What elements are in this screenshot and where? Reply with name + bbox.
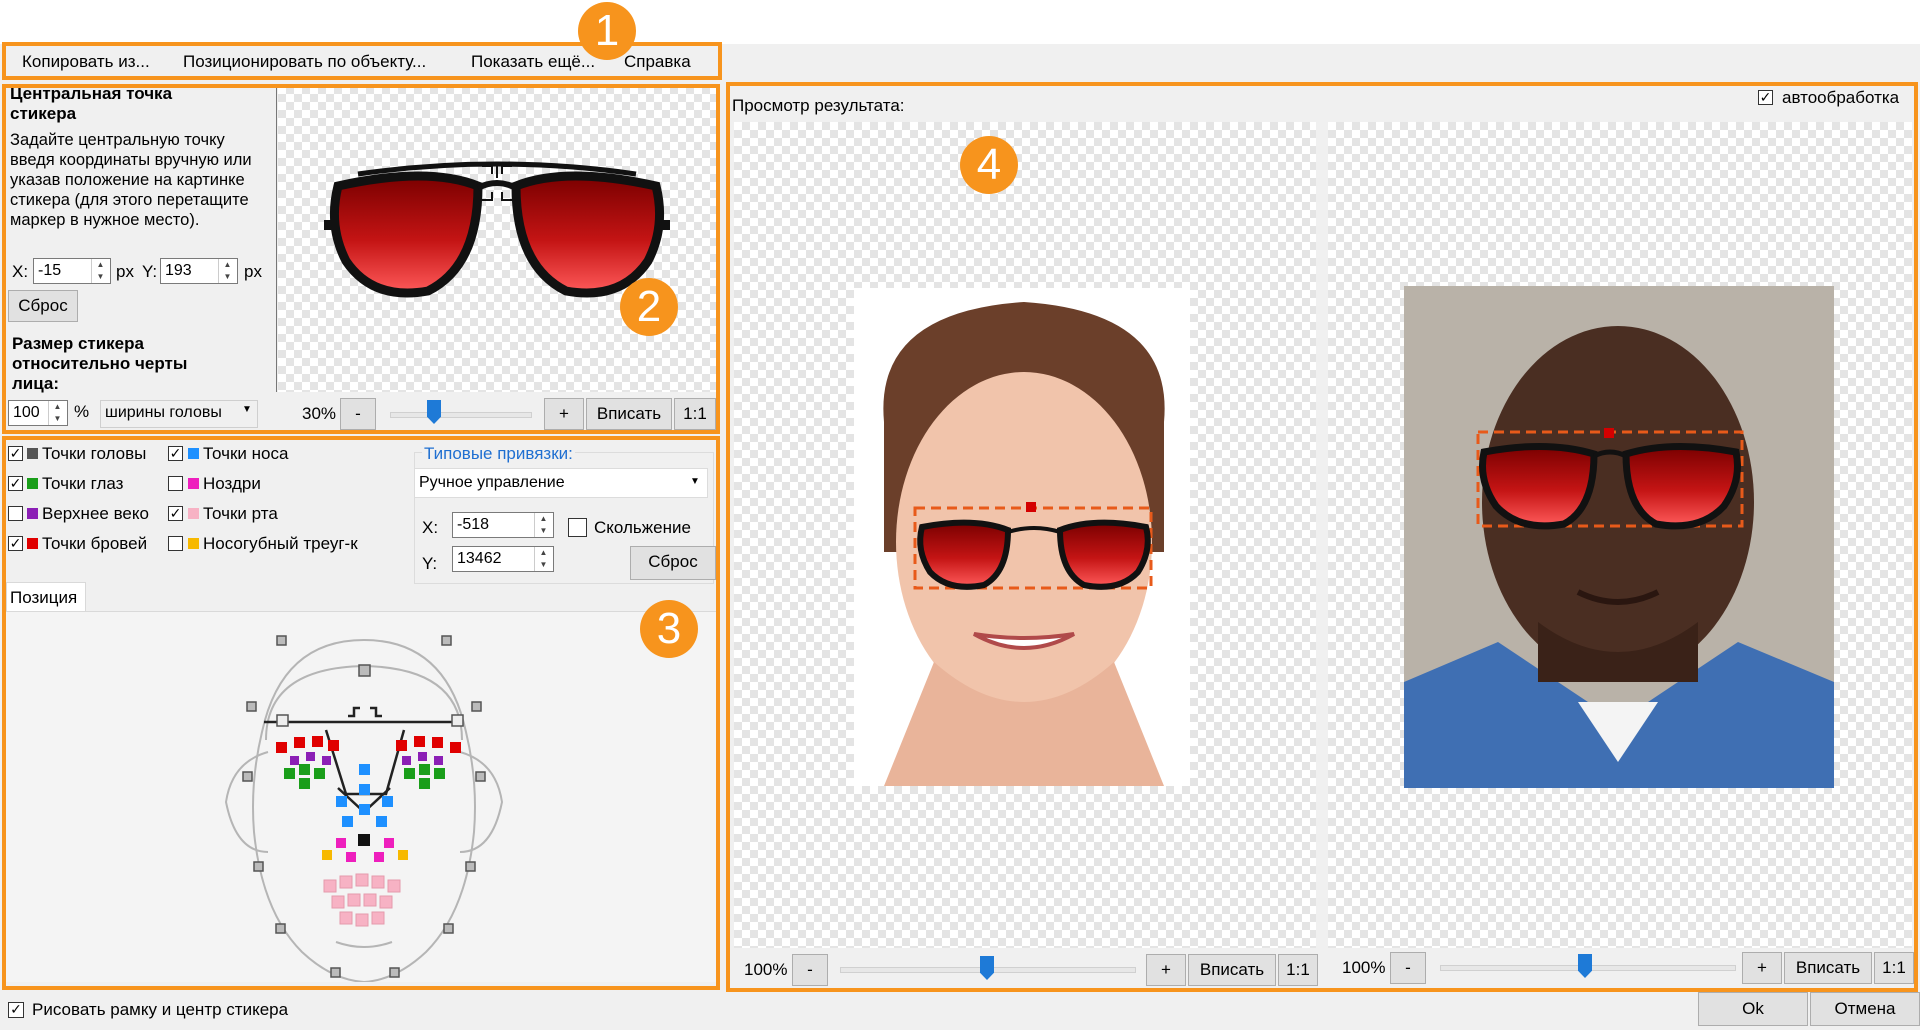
eye-points-swatch (27, 478, 38, 489)
sticker-center-description: Задайте центральную точку введя координа… (10, 131, 252, 229)
sticker-y-label: Y: (142, 262, 158, 281)
sticker-y-unit: px (244, 262, 262, 281)
nostrils-label: Ноздри (203, 474, 261, 493)
sticker-reset-button[interactable]: Сброс (8, 290, 78, 322)
tab-position-label: Позиция (10, 588, 78, 607)
sticker-zoom-minus-button[interactable]: - (340, 398, 376, 430)
binding-title: Типовые привязки: (422, 444, 575, 464)
draw-frame-checkbox[interactable]: ✓ (8, 1002, 24, 1018)
preview-left-photo (854, 288, 1190, 786)
preview-title: Просмотр результата: (732, 96, 905, 115)
slide-label: Скольжение (594, 518, 691, 537)
sticker-size-mode-select[interactable]: ширины головы (100, 400, 258, 428)
sticker-zoom-plus-button[interactable]: + (544, 398, 584, 430)
annotation-badge-1: 1 (578, 2, 636, 60)
eye-points-label: Точки глаз (42, 474, 124, 493)
preview-right-zoom-value: 100% (1342, 958, 1386, 977)
head-points-swatch (27, 448, 38, 459)
head-points-label: Точки головы (42, 444, 147, 463)
sticker-x-unit: px (116, 262, 134, 281)
preview-left-one-to-one-button[interactable]: 1:1 (1278, 954, 1318, 986)
sticker-size-title: Размер стикера относительно черты лица: (12, 334, 188, 393)
preview-left-fit-button[interactable]: Вписать (1188, 954, 1276, 986)
chevron-down-icon[interactable]: ▼ (690, 476, 700, 487)
sticker-x-label: X: (12, 262, 29, 281)
nasolabial-checkbox[interactable] (168, 536, 183, 551)
menu-show-more[interactable]: Показать ещё... (471, 52, 595, 72)
sticker-x-spinner[interactable]: ▲ ▼ (91, 259, 109, 283)
annotation-badge-3: 3 (640, 600, 698, 658)
nostrils-checkbox[interactable] (168, 476, 183, 491)
point-x-spinner[interactable]: ▲ ▼ (534, 513, 552, 537)
preview-right-minus-button[interactable]: - (1390, 952, 1426, 984)
brow-points-swatch (27, 538, 38, 549)
eye-points-checkbox[interactable]: ✓ (8, 476, 23, 491)
nose-points-swatch (188, 448, 199, 459)
sticker-size-spinner[interactable]: ▲ ▼ (48, 401, 66, 425)
sticker-canvas-divider (276, 86, 277, 392)
nasolabial-swatch (188, 538, 199, 549)
menu-position-by-object[interactable]: Позиционировать по объекту... (183, 52, 426, 72)
face-schema-image (224, 635, 504, 984)
brow-points-checkbox[interactable]: ✓ (8, 536, 23, 551)
point-x-label: X: (422, 518, 439, 537)
brow-points-label: Точки бровей (42, 534, 148, 553)
sticker-size-mode-value: ширины головы (105, 404, 222, 421)
preview-left-minus-button[interactable]: - (792, 954, 828, 986)
binding-select-value: Ручное управление (419, 474, 565, 491)
mouth-points-swatch (188, 508, 199, 519)
draw-frame-label: Рисовать рамку и центр стикера (32, 1000, 289, 1019)
sticker-canvas[interactable] (278, 86, 716, 392)
preview-left-plus-button[interactable]: + (1146, 954, 1186, 986)
annotation-badge-2: 2 (620, 278, 678, 336)
upper-eyelid-checkbox[interactable] (8, 506, 23, 521)
nasolabial-label: Носогубный треуг-к (203, 534, 358, 553)
menu-copy-from[interactable]: Копировать из... (22, 52, 150, 72)
face-schema-canvas[interactable] (6, 612, 716, 984)
point-y-spinner[interactable]: ▲ ▼ (534, 547, 552, 571)
mouth-points-label: Точки рта (203, 504, 278, 523)
preview-right-canvas[interactable] (1328, 122, 1912, 948)
preview-right-plus-button[interactable]: + (1742, 952, 1782, 984)
ok-button[interactable]: Ok (1698, 992, 1808, 1026)
mouth-points-checkbox[interactable]: ✓ (168, 506, 183, 521)
sticker-size-unit: % (74, 402, 90, 421)
chevron-down-icon[interactable]: ▼ (242, 404, 252, 415)
auto-processing-checkbox[interactable]: ✓ (1758, 90, 1773, 105)
preview-right-fit-button[interactable]: Вписать (1784, 952, 1872, 984)
point-y-label: Y: (422, 554, 438, 573)
nose-points-label: Точки носа (203, 444, 289, 463)
auto-processing-label: автообработка (1782, 88, 1900, 107)
upper-eyelid-swatch (27, 508, 38, 519)
sticker-zoom-value: 30% (302, 404, 337, 423)
sticker-center-title: Центральная точка стикера (10, 84, 173, 123)
nose-points-checkbox[interactable]: ✓ (168, 446, 183, 461)
head-points-checkbox[interactable]: ✓ (8, 446, 23, 461)
slide-checkbox[interactable] (568, 518, 587, 537)
menu-help[interactable]: Справка (624, 52, 691, 72)
preview-right-photo (1404, 286, 1834, 788)
binding-select[interactable]: Ручное управление (414, 468, 708, 498)
sunglasses-sticker-image (324, 161, 670, 298)
preview-left-zoom-value: 100% (744, 960, 788, 979)
point-reset-button[interactable]: Сброс (630, 546, 716, 580)
cancel-button[interactable]: Отмена (1810, 992, 1920, 1026)
sticker-one-to-one-button[interactable]: 1:1 (674, 398, 716, 430)
upper-eyelid-label: Верхнее веко (42, 504, 149, 523)
sticker-zoom-slider-track[interactable] (390, 412, 532, 418)
annotation-badge-4: 4 (960, 136, 1018, 194)
nostrils-swatch (188, 478, 199, 489)
preview-right-one-to-one-button[interactable]: 1:1 (1874, 952, 1914, 984)
sticker-fit-button[interactable]: Вписать (586, 398, 672, 430)
preview-left-canvas[interactable] (734, 122, 1316, 948)
sticker-y-spinner[interactable]: ▲ ▼ (218, 259, 236, 283)
